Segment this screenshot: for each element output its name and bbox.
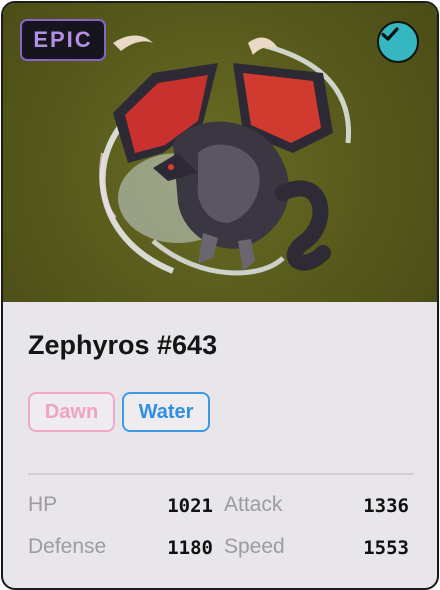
stat-label-defense: Defense xyxy=(28,535,107,558)
stat-label-speed: Speed xyxy=(224,535,285,558)
owned-check-button[interactable] xyxy=(377,21,419,63)
stat-value-attack: 1336 xyxy=(363,495,409,517)
divider xyxy=(28,473,414,475)
stat-label-hp: HP xyxy=(28,493,58,516)
stat-label-attack: Attack xyxy=(224,493,283,516)
stat-value-defense: 1180 xyxy=(167,537,213,559)
creature-card[interactable]: EPIC Zephyros #643 Dawn Water HP 1021 At… xyxy=(1,1,439,590)
creature-name: Zephyros #643 xyxy=(28,330,218,360)
tag-dawn[interactable]: Dawn xyxy=(28,392,115,432)
rarity-badge: EPIC xyxy=(20,19,106,61)
creature-artwork: EPIC xyxy=(3,3,437,302)
stat-value-speed: 1553 xyxy=(363,537,409,559)
tag-water[interactable]: Water xyxy=(122,392,210,432)
stat-value-hp: 1021 xyxy=(167,495,213,517)
check-icon xyxy=(381,27,399,41)
